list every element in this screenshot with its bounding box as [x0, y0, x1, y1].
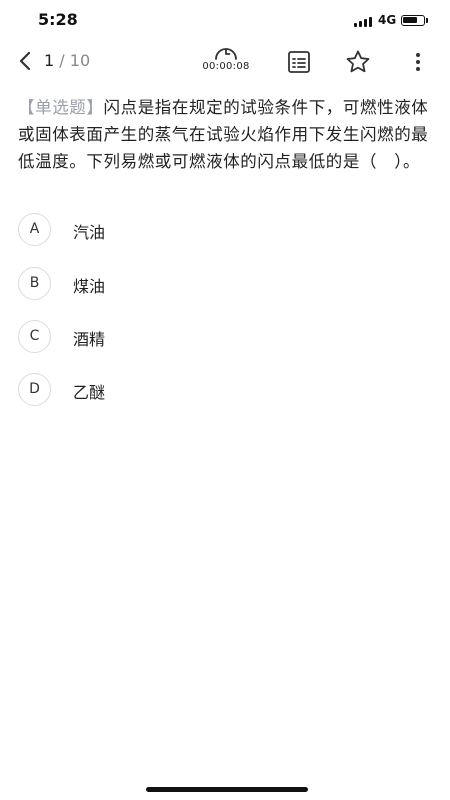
timer[interactable]: 00:00:08 — [196, 43, 256, 72]
star-icon — [346, 50, 370, 73]
option-letter-badge: B — [18, 267, 51, 300]
answer-sheet-button[interactable] — [285, 48, 313, 76]
back-button[interactable] — [14, 49, 38, 73]
more-vertical-icon — [416, 53, 420, 71]
answer-sheet-icon — [288, 51, 310, 73]
network-label: 4G — [378, 13, 397, 27]
option-a[interactable]: A 汽油 — [18, 213, 418, 247]
progress-separator: / — [59, 51, 65, 70]
battery-icon — [401, 15, 425, 26]
option-c[interactable]: C 酒精 — [18, 320, 418, 354]
timer-value: 00:00:08 — [202, 61, 250, 72]
battery-level — [403, 17, 417, 23]
signal-icon — [354, 15, 374, 27]
status-time: 5:28 — [38, 10, 78, 29]
status-bar: 5:28 4G — [0, 0, 450, 40]
total-questions: 10 — [69, 51, 91, 70]
favorite-button[interactable] — [344, 48, 372, 76]
option-letter-badge: C — [18, 320, 51, 353]
option-text: 汽油 — [73, 223, 106, 242]
question-type-label: 【单选题】 — [18, 98, 104, 117]
option-letter-badge: A — [18, 213, 51, 246]
question-stem: 【单选题】闪点是指在规定的试验条件下，可燃性液体或固体表面产生的蒸气在试验火焰作… — [18, 94, 436, 175]
option-text: 乙醚 — [73, 383, 106, 402]
option-text: 酒精 — [73, 330, 106, 349]
home-indicator — [146, 787, 308, 792]
option-letter-badge: D — [18, 373, 51, 406]
battery-cap — [426, 18, 428, 23]
option-b[interactable]: B 煤油 — [18, 267, 418, 301]
question-progress: 1 / 10 — [44, 51, 90, 70]
chevron-left-icon — [19, 51, 31, 71]
clock-icon — [215, 48, 237, 60]
more-button[interactable] — [404, 48, 432, 76]
question-toolbar: 1 / 10 00:00:08 — [0, 40, 450, 84]
option-d[interactable]: D 乙醚 — [18, 373, 418, 407]
option-text: 煤油 — [73, 277, 106, 296]
current-question-number: 1 — [44, 51, 55, 70]
